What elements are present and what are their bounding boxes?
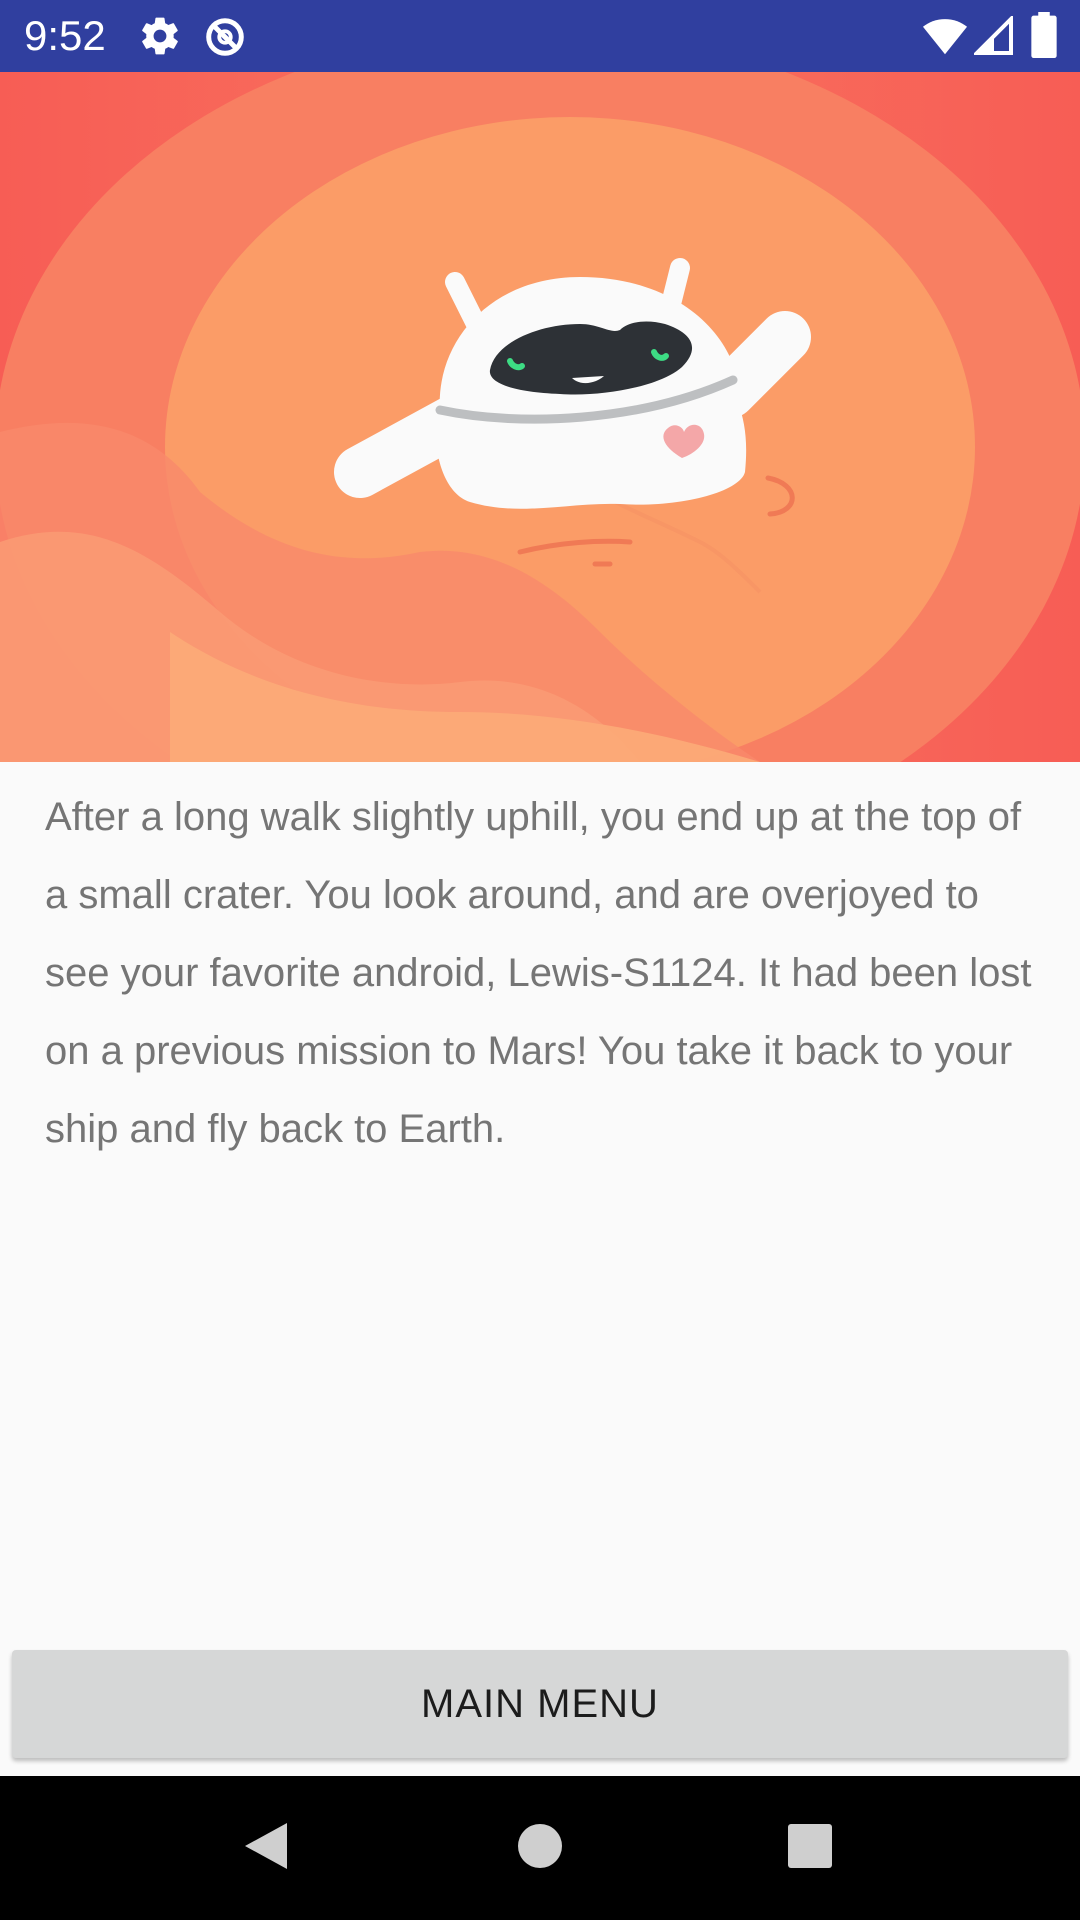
recents-icon: [787, 1823, 833, 1874]
battery-icon: [1030, 12, 1058, 63]
navigation-bar: [0, 1776, 1080, 1920]
story-text: After a long walk slightly uphill, you e…: [45, 795, 1032, 1151]
status-time: 9:52: [24, 12, 106, 59]
signal-icon: [972, 14, 1014, 61]
back-button[interactable]: [206, 1776, 326, 1920]
hero-illustration: [0, 72, 1080, 762]
home-button[interactable]: [480, 1776, 600, 1920]
recents-button[interactable]: [750, 1776, 870, 1920]
gear-icon: [138, 14, 182, 63]
home-icon: [517, 1823, 563, 1874]
back-icon: [241, 1820, 291, 1877]
wifi-icon: [922, 16, 968, 61]
status-bar: 9:52: [0, 0, 1080, 72]
main-menu-button[interactable]: MAIN MENU: [12, 1650, 1068, 1758]
data-saver-icon: [202, 14, 248, 65]
